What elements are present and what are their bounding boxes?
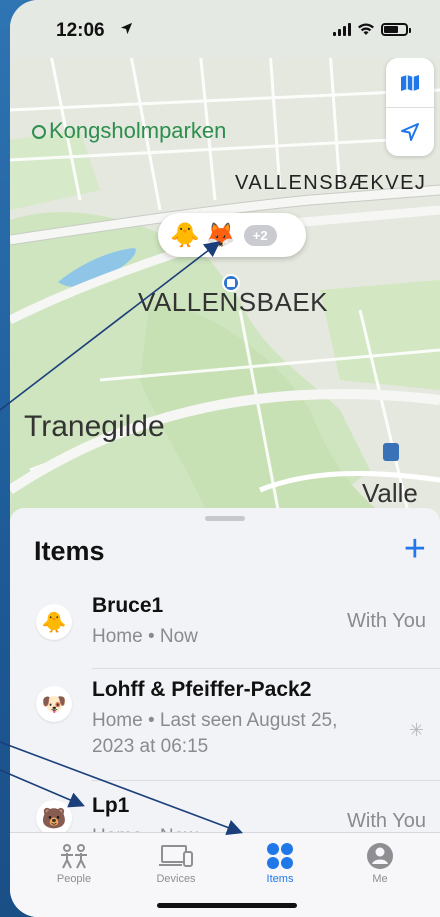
- map-label-park: Kongsholmparken: [32, 118, 226, 144]
- cluster-emoji-chick: 🐥: [170, 221, 200, 249]
- devices-icon: [136, 841, 216, 871]
- tab-devices[interactable]: Devices: [136, 841, 216, 885]
- map-icon: [401, 74, 419, 91]
- item-status: With You: [347, 810, 426, 832]
- list-divider: [92, 668, 440, 669]
- home-indicator: [157, 903, 297, 908]
- add-item-button[interactable]: +: [404, 530, 426, 568]
- status-bar: 12:06: [10, 0, 440, 58]
- me-icon: [340, 841, 420, 871]
- sheet-grabber[interactable]: [205, 516, 245, 521]
- item-cluster-pin[interactable]: 🐥 🦊 +2: [158, 213, 306, 257]
- battery-icon: [381, 22, 411, 36]
- tab-label: Devices: [156, 873, 196, 885]
- current-location-button[interactable]: [386, 107, 434, 156]
- tab-items[interactable]: Items: [240, 841, 320, 885]
- location-arrow-icon: [120, 22, 133, 38]
- item-avatar: 🐻: [36, 800, 72, 836]
- home-pin-icon[interactable]: [222, 274, 240, 292]
- item-avatar: 🐶: [36, 686, 72, 722]
- train-station-icon: [383, 443, 399, 461]
- cluster-more-badge: +2: [243, 224, 277, 246]
- status-time: 12:06: [56, 20, 105, 41]
- tab-label: People: [56, 873, 92, 885]
- item-subtitle: Home • Last seen August 25, 2023 at 06:1…: [92, 710, 338, 757]
- item-avatar: 🐥: [36, 604, 72, 640]
- wifi-icon: [357, 23, 375, 36]
- map-controls: [386, 58, 434, 156]
- item-status: With You: [347, 610, 426, 632]
- phone-screen: 12:06 Kongsholmparken VALLENSBÆKVEJ VALL…: [10, 0, 440, 917]
- items-icon: [240, 841, 320, 871]
- item-name: Lohff & Pfeiffer-Pack2: [92, 678, 312, 701]
- list-item[interactable]: 🐶 Lohff & Pfeiffer-Pack2 Home • Last see…: [10, 676, 440, 786]
- list-divider: [92, 780, 440, 781]
- cluster-emoji-fox: 🦊: [205, 221, 236, 249]
- cellular-signal-icon: [333, 22, 351, 36]
- location-arrow-icon: [401, 123, 419, 141]
- map-label-district: Tranegilde: [24, 410, 165, 443]
- tab-label: Me: [372, 873, 388, 885]
- status-indicators: [333, 22, 411, 36]
- tab-me[interactable]: Me: [340, 841, 420, 885]
- list-item[interactable]: 🐥 Bruce1 Home • Now With You: [10, 594, 440, 666]
- item-name: Bruce1: [92, 594, 164, 617]
- map-label-partial: Valle: [362, 478, 418, 508]
- tab-label: Items: [266, 873, 294, 885]
- tab-people[interactable]: People: [34, 841, 114, 885]
- loading-spinner-icon: ✳: [408, 720, 424, 740]
- item-subtitle: Home • Now: [92, 626, 198, 647]
- sheet-title: Items: [34, 536, 105, 566]
- people-icon: [34, 841, 114, 871]
- map-mode-button[interactable]: [386, 58, 434, 107]
- item-name: Lp1: [92, 794, 130, 817]
- map-label-road: VALLENSBÆKVEJ: [235, 172, 427, 194]
